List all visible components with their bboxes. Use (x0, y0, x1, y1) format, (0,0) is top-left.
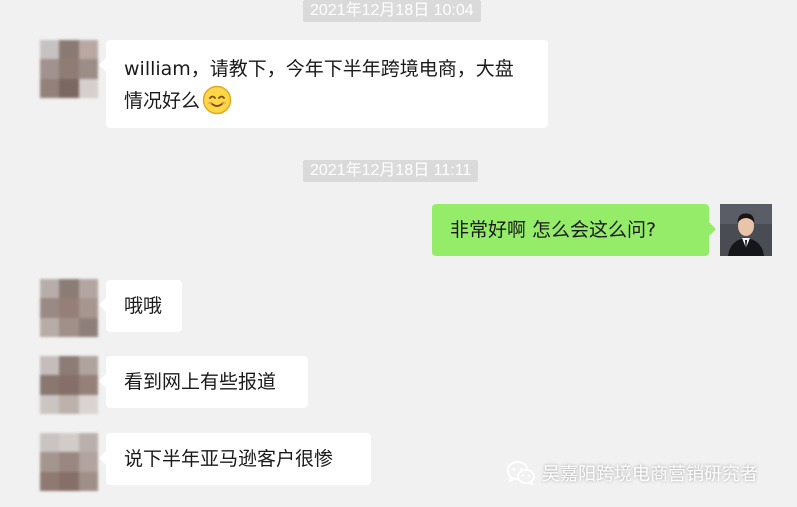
person-photo-icon (720, 204, 772, 256)
message-text: william，请教下，今年下半年跨境电商，大盘情况好么 (124, 58, 514, 112)
timestamp: 2021年12月18日 10:04 (303, 0, 481, 22)
avatar[interactable] (40, 356, 98, 414)
avatar[interactable] (40, 279, 98, 337)
avatar[interactable] (40, 40, 98, 98)
message-text: 看到网上有些报道 (124, 371, 277, 393)
message-text: 哦哦 (124, 295, 163, 317)
message-bubble[interactable]: 哦哦 (99, 280, 182, 332)
timestamp: 2021年12月18日 11:11 (303, 160, 479, 182)
wechat-icon (506, 461, 535, 486)
avatar[interactable] (720, 204, 772, 256)
message-bubble[interactable]: 非常好啊 怎么会这么问? (432, 204, 716, 256)
message-text: 说下半年亚马逊客户很惨 (124, 448, 334, 470)
watermark: 吴嘉阳跨境电商营销研究者 (506, 458, 758, 488)
message-bubble[interactable]: 看到网上有些报道 (99, 356, 308, 408)
smiling-face-icon (202, 85, 232, 115)
message-bubble[interactable]: william，请教下，今年下半年跨境电商，大盘情况好么 (99, 40, 548, 128)
message-text: 非常好啊 怎么会这么问? (450, 219, 657, 241)
avatar[interactable] (40, 433, 98, 491)
message-bubble[interactable]: 说下半年亚马逊客户很惨 (99, 433, 371, 485)
watermark-text: 吴嘉阳跨境电商营销研究者 (542, 464, 758, 485)
